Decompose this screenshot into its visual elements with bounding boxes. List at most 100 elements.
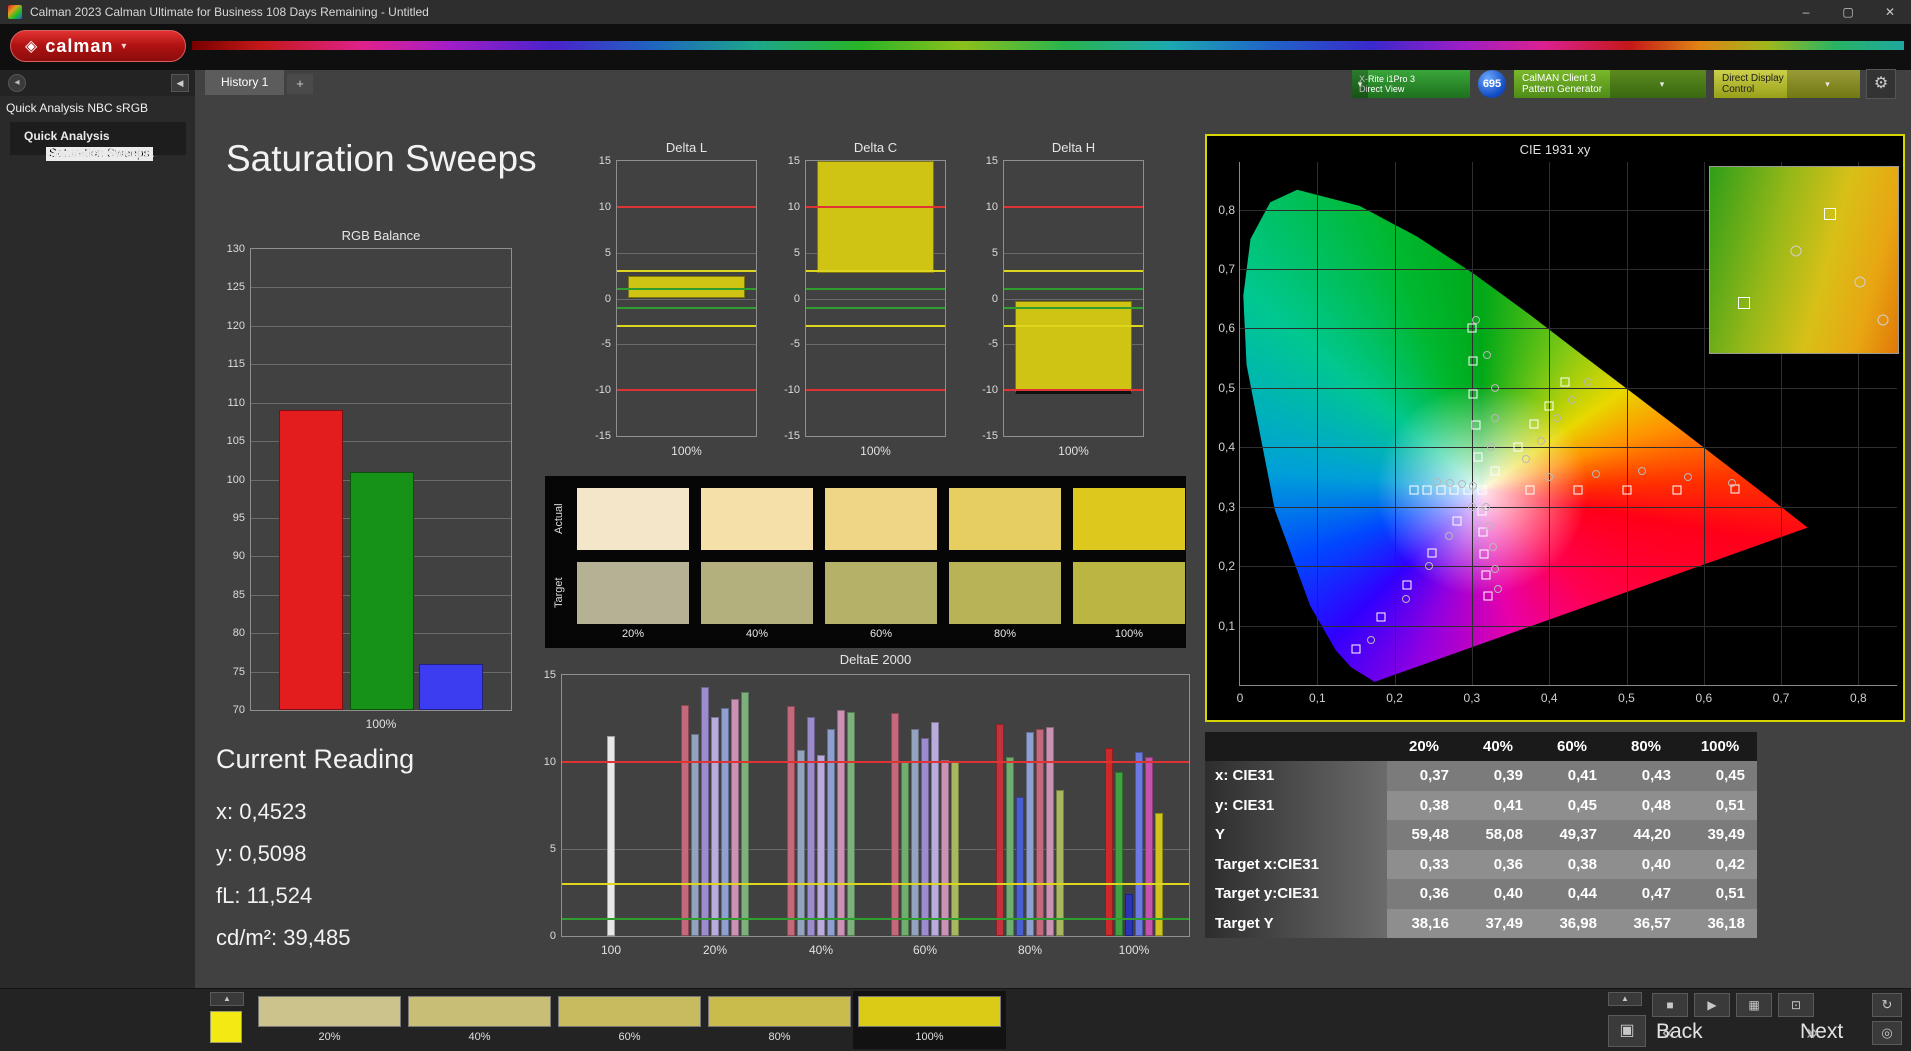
close-button[interactable]: ✕ [1869,0,1911,24]
save-icon[interactable]: ▦ [1736,993,1772,1017]
cie-measured-point [1487,443,1495,451]
deltae-bar [1145,757,1153,936]
tolerance-line [617,307,756,309]
y-axis-label: 15 [544,669,556,681]
add-tab-button[interactable]: + [287,74,313,94]
table-cell: 0,42 [1683,850,1757,880]
chevron-down-icon: ▾ [1610,70,1706,98]
tolerance-line [1004,288,1143,290]
delta-l-chart: -15-10-5051015100% [616,160,757,437]
pattern-generator-dropdown[interactable]: CalMAN Client 3 Pattern Generator ▾ [1514,70,1706,98]
deltae-bar [827,729,835,936]
y-axis-label: 85 [233,589,245,601]
cie-measured-point [1367,636,1375,644]
gridline [1704,162,1705,685]
table-row: Y59,4858,0849,3744,2039,49 [1205,820,1757,850]
cie-target-point [1491,467,1500,476]
profile-badge[interactable]: 695 [1478,70,1506,98]
deltae-bar [847,712,855,937]
cie-measured-point [1483,351,1491,359]
cie-measured-point [1553,414,1561,422]
tolerance-line [617,206,756,208]
deltae-bar [721,708,729,936]
tab-history-1[interactable]: History 1 [205,70,284,95]
cie-target-point [1824,208,1836,220]
cie-target-point [1467,324,1476,333]
chevron-down-icon: ▾ [1787,70,1860,98]
deltae-bar [911,729,919,936]
gridline [251,326,511,327]
table-cell: 49,37 [1535,820,1609,850]
current-reading-title: Current Reading [216,744,414,775]
saturation-swatch-panel: Actual Target 20%40%60%80%100% [545,476,1186,648]
sidebar: ◂ ◀ Quick Analysis NBC sRGB Quick Analys… [0,70,195,988]
controls-panel-toggle-button[interactable]: ▲ [1608,992,1642,1006]
delta-bar [817,161,934,273]
deltae-bar [1105,748,1113,936]
y-axis-label: -5 [790,338,800,350]
sidebar-item-spectral-power-dist-[interactable]: Spectral Power Dist. [10,146,46,148]
pattern-window-button[interactable]: ▣ [1608,1015,1646,1047]
screenshot-icon[interactable]: ⊡ [1778,993,1814,1017]
play-icon[interactable]: ▶ [1694,993,1730,1017]
pattern-swatch[interactable] [708,996,851,1027]
nav-circle-button[interactable]: ◂ [8,74,26,92]
y-axis-label: 0 [550,930,556,942]
table-cell: 0,48 [1609,791,1683,821]
cie-target-point [1427,548,1436,557]
pattern-swatch[interactable] [408,996,551,1027]
settings-gear-button[interactable]: ⚙ [1866,69,1896,99]
cie-measured-point [1522,455,1530,463]
swatch-column-label: 40% [701,628,813,640]
cie-measured-point [1458,480,1466,488]
page-title: Saturation Sweeps [226,138,537,180]
table-cell: 36,18 [1683,909,1757,939]
y-axis-label: 125 [227,281,245,293]
stop-icon[interactable]: ■ [1652,993,1688,1017]
cie-target-point [1409,485,1418,494]
pattern-panel-toggle-button[interactable]: ▲ [210,992,244,1006]
x-axis-label: 0,8 [1850,691,1867,705]
minimize-button[interactable]: – [1785,0,1827,24]
y-axis-label: 130 [227,243,245,255]
gridline [1317,162,1318,685]
tolerance-line [562,918,1189,920]
cie-measured-point [1728,479,1736,487]
meter-dropdown[interactable]: X-Rite i1Pro 3 Direct View ▾ [1352,70,1470,98]
cie-measured-point [1445,532,1453,540]
swatch-column-label: 20% [577,628,689,640]
display-control-dropdown[interactable]: Direct Display Control ▾ [1714,70,1860,98]
tree-root-quick-analysis[interactable]: Quick Analysis [10,127,186,146]
pattern-swatch[interactable] [258,996,401,1027]
table-cell: 0,41 [1535,761,1609,791]
cie-target-point [1622,485,1631,494]
x-axis-label: 100 [581,943,641,957]
sidebar-header: ◂ ◀ [0,70,195,96]
table-header-cell: 20% [1387,732,1461,761]
deltae-bar [691,734,699,936]
y-axis-label: 10 [788,201,800,213]
y-axis-label: 0,5 [1218,381,1235,395]
bottom-bar: ▲ ▲ ■ ▶ ▦ ⊡ ▣ «Back Next» ↻ ◎ 20%40%60%8… [0,988,1911,1051]
cie-target-point [1672,485,1681,494]
sidebar-collapse-button[interactable]: ◀ [171,74,189,92]
y-axis-label: 5 [992,247,998,259]
x-axis-label: 100% [1004,444,1143,458]
y-axis-label: 80 [233,627,245,639]
y-axis-label: 15 [986,155,998,167]
refresh-button[interactable]: ↻ [1872,993,1902,1017]
cie-measured-point [1584,378,1592,386]
delta-c-chart: -15-10-5051015100% [805,160,946,437]
gridline [1395,162,1396,685]
tolerance-line [1004,389,1143,391]
calman-menu-button[interactable]: ◈ calman ▾ [10,30,186,62]
tree-root-label: Quick Analysis [24,129,110,143]
reading-cdm2: cd/m²: 39,485 [216,917,414,959]
cie-target-point [1468,357,1477,366]
pattern-swatch[interactable] [858,996,1001,1027]
cie-target-point [1474,453,1483,462]
record-button[interactable]: ◎ [1872,1021,1902,1045]
table-row-label: x: CIE31 [1205,761,1387,791]
maximize-button[interactable]: ▢ [1827,0,1869,24]
pattern-swatch[interactable] [558,996,701,1027]
